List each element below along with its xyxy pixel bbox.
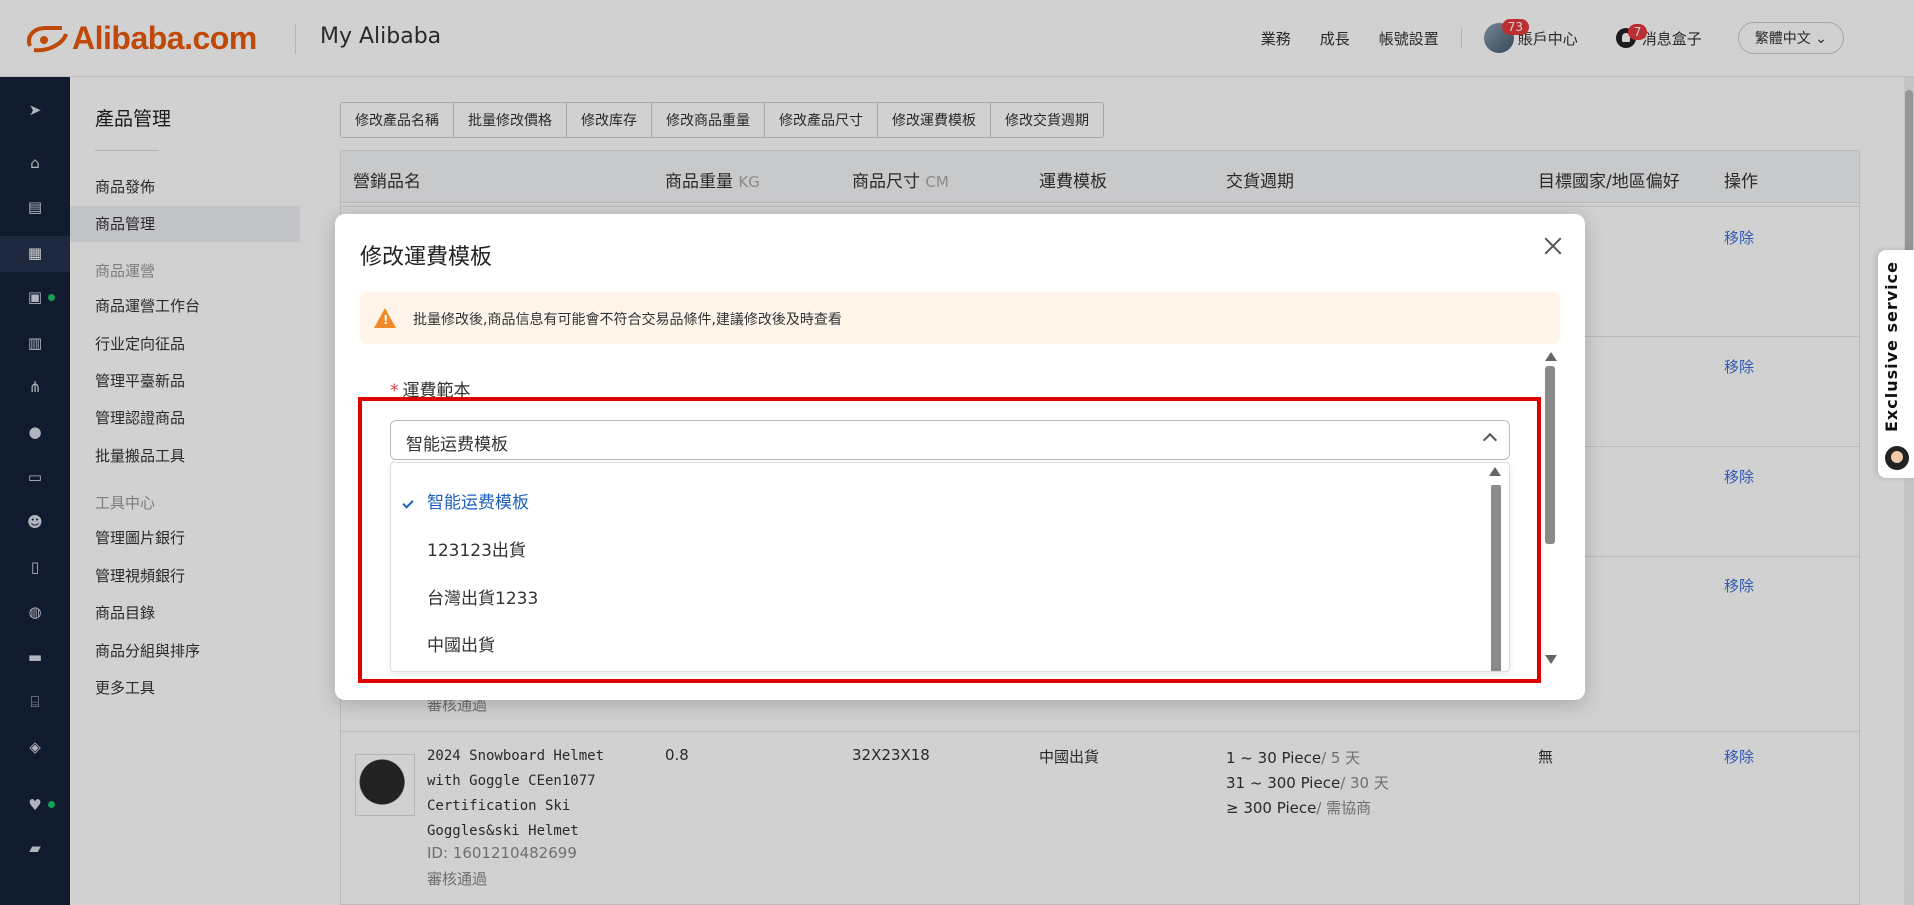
shipping-template-label: * 運費範本	[390, 376, 471, 401]
select-value: 智能运费模板	[406, 435, 508, 455]
exclusive-service-widget[interactable]: Exclusive service	[1878, 250, 1914, 478]
warning-text: 批量修改後,商品信息有可能會不符合交易品條件,建議修改後及時查看	[413, 312, 842, 328]
shipping-template-label-text: 運費範本	[402, 381, 471, 401]
warning-banner: ! 批量修改後,商品信息有可能會不符合交易品條件,建議修改後及時查看	[360, 292, 1560, 344]
option-123123[interactable]: 123123出貨	[427, 536, 526, 561]
modal-scrollbar-thumb[interactable]	[1545, 366, 1555, 544]
dropdown-scroll-up-icon[interactable]	[1489, 467, 1501, 476]
dropdown-scrollbar-thumb[interactable]	[1491, 485, 1501, 671]
option-smart-template[interactable]: 智能运费模板	[427, 488, 529, 513]
modal-scroll-down-icon[interactable]	[1545, 655, 1557, 664]
exclusive-service-label: Exclusive service	[1882, 261, 1901, 432]
check-icon	[402, 497, 414, 509]
required-mark: *	[390, 381, 399, 401]
modal-scroll-up-icon[interactable]	[1545, 352, 1557, 361]
shipping-template-select[interactable]: 智能运费模板	[390, 420, 1510, 460]
chevron-up-icon	[1482, 432, 1498, 448]
option-taiwan[interactable]: 台灣出貨1233	[427, 584, 538, 609]
close-icon[interactable]	[1543, 236, 1563, 256]
warning-icon: !	[374, 308, 396, 328]
agent-icon	[1885, 446, 1909, 470]
shipping-template-modal: 修改運費模板 ! 批量修改後,商品信息有可能會不符合交易品條件,建議修改後及時查…	[335, 214, 1585, 700]
option-china[interactable]: 中國出貨	[427, 631, 495, 656]
modal-title: 修改運費模板	[360, 245, 493, 270]
shipping-template-dropdown: 智能运费模板 123123出貨 台灣出貨1233 中國出貨	[390, 462, 1510, 672]
